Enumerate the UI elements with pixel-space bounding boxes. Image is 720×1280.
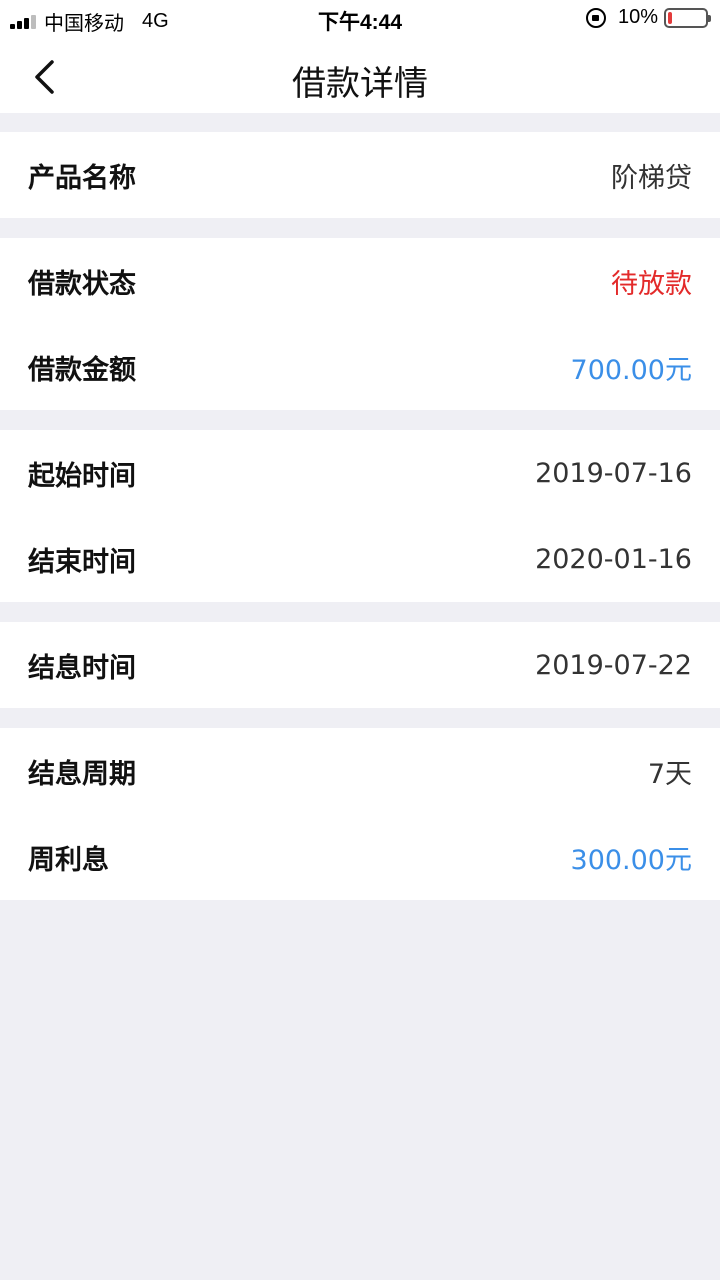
settlement-time-value: 2019-07-22 [535,649,692,681]
loan-amount-value: 700.00元 [570,354,692,386]
loan-status-row: 借款状态 待放款 [0,238,720,324]
settlement-cycle-row: 结息周期 7天 [0,728,720,814]
navigation-bar: 借款详情 [0,40,720,113]
settlement-time-label: 结息时间 [28,652,136,684]
status-bar: 中国移动 4G 下午4:44 10% [0,0,720,40]
battery-icon [664,7,711,28]
end-time-label: 结束时间 [28,546,136,578]
period-card: 起始时间 2019-07-16 结束时间 2020-01-16 [0,430,720,602]
product-card: 产品名称 阶梯贷 [0,132,720,218]
settlement-cycle-label: 结息周期 [28,758,136,790]
status-right: 10% [585,6,711,29]
end-time-row: 结束时间 2020-01-16 [0,516,720,602]
loan-amount-label: 借款金额 [28,354,136,386]
weekly-interest-value: 300.00元 [570,844,692,876]
battery-percent: 10% [617,6,658,28]
loan-amount-row: 借款金额 700.00元 [0,324,720,410]
start-time-row: 起始时间 2019-07-16 [0,430,720,516]
end-time-value: 2020-01-16 [535,543,692,575]
product-name-value: 阶梯贷 [611,162,692,194]
start-time-label: 起始时间 [28,460,136,492]
product-name-label: 产品名称 [28,162,136,194]
start-time-value: 2019-07-16 [535,457,692,489]
weekly-interest-label: 周利息 [28,844,109,876]
settlement-card: 结息时间 2019-07-22 [0,622,720,708]
rotation-lock-icon [585,7,606,28]
loan-status-value: 待放款 [611,268,692,300]
settlement-cycle-value: 7天 [647,758,692,790]
loan-status-label: 借款状态 [28,268,136,300]
loan-card: 借款状态 待放款 借款金额 700.00元 [0,238,720,410]
battery-level-fill [668,11,672,24]
settlement-time-row: 结息时间 2019-07-22 [0,622,720,708]
product-name-row: 产品名称 阶梯贷 [0,132,720,218]
page-title: 借款详情 [292,64,428,104]
weekly-interest-row: 周利息 300.00元 [0,814,720,900]
interest-card: 结息周期 7天 周利息 300.00元 [0,728,720,900]
